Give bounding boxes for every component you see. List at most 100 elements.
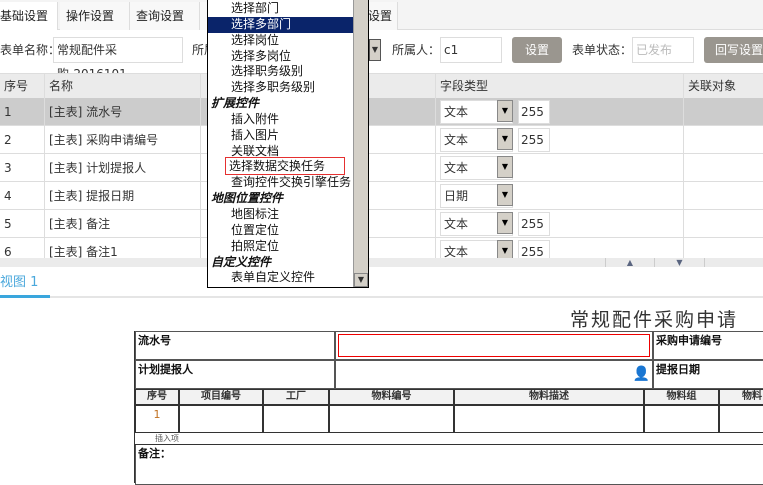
serial-label: 流水号 (135, 331, 335, 360)
report-date-label: 提报日期 (653, 360, 763, 389)
header-field-type: 字段类型 (436, 74, 684, 99)
chevron-down-icon[interactable]: ▼ (497, 156, 513, 178)
menu-item-label: 表单自定义控件 (231, 270, 316, 285)
control-type-dropdown[interactable]: 选择部门 选择多部门 选择岗位 选择多岗位 选择职务级别 选择多职务级别 扩展控件 插入附件插… (207, 0, 369, 288)
table-scroll-bar[interactable]: ▲ ▼ (0, 258, 763, 267)
serial-cell (335, 331, 653, 360)
menu-item-label: 查询控件交换引擎任务 (231, 175, 352, 190)
request-no-label: 采购申请编号 (653, 331, 763, 360)
field-length-input[interactable]: 255 (518, 128, 550, 152)
table-row[interactable]: 1 [主表] 流水号 文本 ▼ 255 (0, 98, 763, 126)
menu-item-label: 选择职务级别 (231, 64, 304, 79)
row-no: 4 (0, 182, 45, 210)
menu-item-label: 扩展控件 (211, 96, 260, 111)
menu-item[interactable]: 插入附件 (208, 112, 354, 128)
menu-item[interactable]: 选择多岗位 (208, 49, 354, 65)
owner-input[interactable]: c1 (440, 37, 502, 63)
row-no: 3 (0, 154, 45, 182)
detail-cell[interactable] (719, 405, 763, 433)
chevron-down-icon[interactable]: ▼ (497, 100, 513, 122)
tab-view-1[interactable]: 视图 1 (0, 271, 50, 298)
field-length-input[interactable]: 255 (518, 100, 550, 124)
menu-item[interactable]: 地图标注 (208, 207, 354, 223)
menu-item-label: 地图标注 (231, 206, 280, 221)
menu-item[interactable]: 选择部门 (208, 1, 354, 17)
row-no: 1 (0, 98, 45, 126)
planner-cell: 👤 (335, 360, 653, 389)
menu-item[interactable]: 选择岗位 (208, 33, 354, 49)
fields-table-body: 1 [主表] 流水号 文本 ▼ 255 2 [主表] 采购申请编号 文本 ▼ 25… (0, 98, 763, 258)
chevron-down-icon[interactable]: ▼ (497, 184, 513, 206)
tab-query-settings[interactable]: 查询设置 (130, 2, 200, 30)
table-row[interactable]: 6 [主表] 备注1 文本 ▼ 255 (0, 238, 763, 258)
row-name: [主表] 流水号 (45, 98, 201, 126)
belong-select-arrow[interactable]: ▼ (369, 39, 381, 61)
menu-item[interactable]: 选择职务级别 (208, 64, 354, 80)
form-preview: 流水号 采购申请编号 计划提报人 👤 提报日期 序号 项目编号 工厂 物料编号 物料描述… (134, 331, 763, 485)
menu-item[interactable]: 位置定位 (208, 223, 354, 239)
menu-item-label: 选择多岗位 (231, 48, 292, 63)
menu-item[interactable]: 插入图片 (208, 128, 354, 144)
settings-tabs: 基础设置 操作设置 查询设置 设置 (0, 0, 763, 30)
detail-cell[interactable] (329, 405, 454, 433)
serial-input[interactable] (338, 334, 650, 357)
menu-item-label: 选择多职务级别 (231, 80, 316, 95)
chevron-down-icon[interactable]: ▼ (497, 212, 513, 234)
row-name: [主表] 提报日期 (45, 182, 201, 210)
form-name-label: 表单名称： (0, 43, 61, 57)
table-row[interactable]: 3 [主表] 计划提报人 文本 ▼ (0, 154, 763, 182)
row-no: 6 (0, 238, 45, 258)
scroll-up-button[interactable]: ▲ (605, 258, 655, 267)
menu-item[interactable]: 表单自定义控件 (208, 270, 354, 286)
detail-cell[interactable] (644, 405, 719, 433)
menu-item-label: 地图位置控件 (211, 191, 284, 206)
menu-item[interactable]: 关联文档 (208, 144, 354, 160)
planner-label: 计划提报人 (135, 360, 335, 389)
row-no: 5 (0, 210, 45, 238)
chevron-down-icon[interactable]: ▼ (497, 240, 513, 258)
tab-basic-settings[interactable]: 基础设置 (0, 2, 58, 30)
remark-label: 备注： (135, 445, 763, 485)
detail-header: 物料组 (644, 389, 719, 405)
menu-item[interactable]: 选择多职务级别 (208, 80, 354, 96)
menu-item[interactable]: 拍照定位 (208, 239, 354, 255)
scroll-down-button[interactable]: ▼ (655, 258, 705, 267)
detail-header: 工厂 (263, 389, 329, 405)
field-length-input[interactable]: 255 (518, 240, 550, 258)
menu-item[interactable]: 选择多部门 (208, 16, 354, 33)
table-row[interactable]: 4 [主表] 提报日期 日期 ▼ (0, 182, 763, 210)
user-picker-icon[interactable]: 👤 (633, 366, 650, 382)
detail-row-no: 1 (135, 405, 179, 433)
scroll-down-arrow-icon[interactable]: ▼ (354, 273, 368, 287)
table-row[interactable]: 5 [主表] 备注 文本 ▼ 255 (0, 210, 763, 238)
detail-header: 物料编号 (329, 389, 454, 405)
menu-item-label: 位置定位 (231, 222, 280, 237)
menu-item-label: 自定义控件 (211, 254, 272, 269)
detail-header: 物料描述 (454, 389, 644, 405)
view-tabs: 视图 1 (0, 271, 763, 298)
row-no: 2 (0, 126, 45, 154)
insert-item-link[interactable]: 插入项 (135, 433, 763, 445)
detail-header: 项目编号 (179, 389, 263, 405)
menu-group-header: 地图位置控件 (208, 191, 354, 207)
form-name-input[interactable]: 常规配件采购-2016101 (53, 37, 183, 81)
menu-group-header: 扩展控件 (208, 96, 354, 112)
menu-item[interactable]: 查询控件交换引擎任务 (208, 175, 354, 191)
dropdown-scrollbar[interactable]: ▼ (353, 0, 368, 287)
table-row[interactable]: 2 [主表] 采购申请编号 文本 ▼ 255 (0, 126, 763, 154)
field-length-input[interactable]: 255 (518, 212, 550, 236)
menu-item[interactable]: 选择数据交换任务 (208, 157, 354, 176)
fields-table-header: 序号 名称 字段类型 关联对象 (0, 73, 763, 99)
status-label: 表单状态： (572, 43, 633, 57)
detail-cell[interactable] (454, 405, 644, 433)
header-related-object: 关联对象 (688, 79, 737, 93)
menu-item-label: 选择部门 (231, 1, 280, 15)
detail-header: 序号 (135, 389, 179, 405)
detail-cell[interactable] (263, 405, 329, 433)
tab-operation-settings[interactable]: 操作设置 (60, 2, 130, 30)
set-owner-button[interactable]: 设置 (512, 37, 562, 63)
form-preview-title: 常规配件采购申请 (570, 309, 739, 331)
chevron-down-icon[interactable]: ▼ (497, 128, 513, 150)
detail-cell[interactable] (179, 405, 263, 433)
writeback-settings-button[interactable]: 回写设置 (704, 37, 763, 63)
